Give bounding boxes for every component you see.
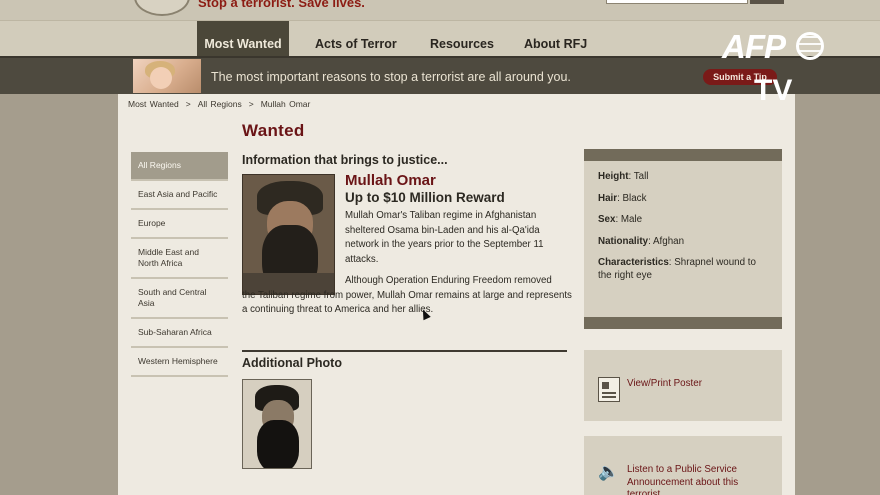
breadcrumb-most-wanted[interactable]: Most Wanted xyxy=(128,99,179,109)
nav-about-rfj[interactable]: About RFJ xyxy=(524,21,587,57)
nav-resources[interactable]: Resources xyxy=(430,21,494,57)
site-header: Stop a terrorist. Save lives. xyxy=(0,0,880,20)
suspect-name: Mullah Omar xyxy=(345,172,436,189)
main-nav: Most Wanted Acts of Terror Resources Abo… xyxy=(0,20,880,57)
poster-box: View/Print Poster xyxy=(584,350,782,421)
additional-photo[interactable] xyxy=(242,379,312,469)
nav-acts-of-terror[interactable]: Acts of Terror xyxy=(315,21,397,57)
breadcrumb: Most Wanted > All Regions > Mullah Omar xyxy=(128,99,310,109)
nav-most-wanted[interactable]: Most Wanted xyxy=(197,21,289,57)
banner-child-photo xyxy=(133,59,201,93)
page-title: Wanted xyxy=(242,121,305,140)
view-print-poster-link[interactable]: View/Print Poster xyxy=(627,378,702,389)
search-input[interactable] xyxy=(606,0,748,4)
search-button[interactable] xyxy=(750,0,784,4)
region-east-asia-pacific[interactable]: East Asia and Pacific xyxy=(131,181,228,210)
section-divider xyxy=(242,350,567,352)
fact-characteristics: Characteristics: Shrapnel wound to the r… xyxy=(598,257,756,281)
breadcrumb-current: Mullah Omar xyxy=(260,99,311,109)
speaker-icon[interactable]: 🔈 xyxy=(598,463,619,480)
submit-tip-button[interactable]: Submit a Tip xyxy=(703,69,777,85)
seal-icon[interactable] xyxy=(134,0,190,16)
fact-hair: Hair: Black xyxy=(598,192,647,204)
suspect-bio-paragraph-2: Although Operation Enduring Freedom remo… xyxy=(242,274,572,318)
bio-2-rest: the Taliban regime from power, Mullah Om… xyxy=(242,289,572,316)
fact-height: Height: Tall xyxy=(598,171,649,182)
reward-amount: Up to $10 Million Reward xyxy=(345,190,505,205)
site-tagline: Stop a terrorist. Save lives. xyxy=(198,0,365,10)
fact-nationality: Nationality: Afghan xyxy=(598,235,685,247)
suspect-bio-paragraph-1: Mullah Omar's Taliban regime in Afghanis… xyxy=(345,210,544,265)
fact-sex: Sex: Male xyxy=(598,214,643,225)
region-nav: All Regions East Asia and Pacific Europe… xyxy=(131,152,228,377)
physical-description-box: Height: Tall Hair: Black Sex: Male Natio… xyxy=(584,149,782,329)
listen-psa-link[interactable]: Listen to a Public Service Announcement … xyxy=(627,464,767,495)
breadcrumb-separator: > xyxy=(185,99,191,109)
region-south-central-asia[interactable]: South and Central Asia xyxy=(131,279,228,319)
info-heading: Information that brings to justice... xyxy=(242,153,448,167)
psa-box: 🔈 Listen to a Public Service Announcemen… xyxy=(584,436,782,495)
poster-icon[interactable] xyxy=(598,377,620,402)
promo-banner: The most important reasons to stop a ter… xyxy=(0,56,880,94)
breadcrumb-all-regions[interactable]: All Regions xyxy=(198,99,242,109)
additional-photo-heading: Additional Photo xyxy=(242,356,342,370)
banner-text: The most important reasons to stop a ter… xyxy=(211,70,571,84)
region-sub-saharan-africa[interactable]: Sub-Saharan Africa xyxy=(131,319,228,348)
region-western-hemisphere[interactable]: Western Hemisphere xyxy=(131,348,228,377)
breadcrumb-separator: > xyxy=(248,99,254,109)
region-all[interactable]: All Regions xyxy=(131,152,228,181)
region-europe[interactable]: Europe xyxy=(131,210,228,239)
region-middle-east-north-africa[interactable]: Middle East and North Africa xyxy=(131,239,228,279)
bio-2-first-line: Although Operation Enduring Freedom remo… xyxy=(345,275,552,286)
main-content: Most Wanted > All Regions > Mullah Omar Want… xyxy=(118,94,795,495)
